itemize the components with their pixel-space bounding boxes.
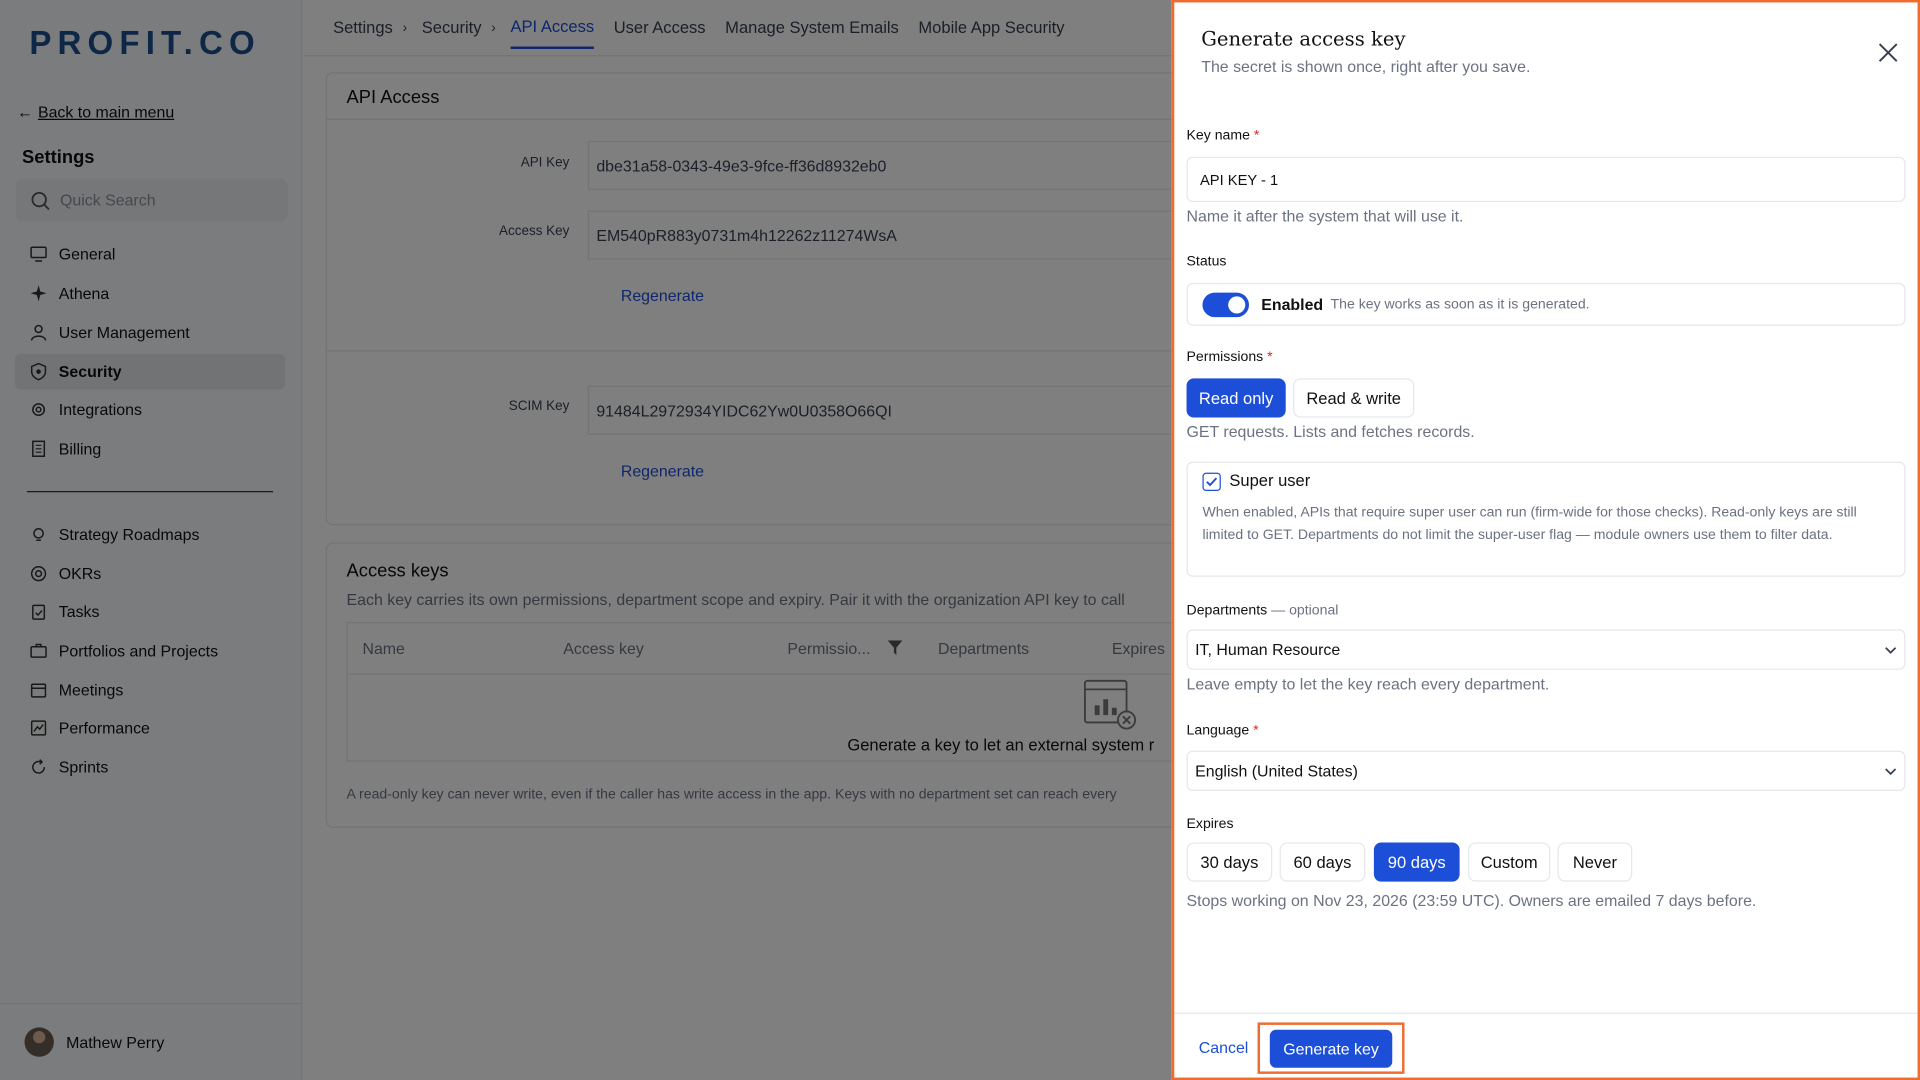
super-user-label: Super user	[1229, 471, 1311, 490]
permissions-read-only-option[interactable]: Read only	[1186, 378, 1286, 418]
language-label: Language *	[1186, 723, 1259, 739]
generate-key-highlight: Generate key	[1257, 1022, 1405, 1074]
departments-value: IT, Human Resource	[1195, 640, 1341, 659]
departments-hint: Leave empty to let the key reach every d…	[1186, 674, 1550, 694]
chevron-down-icon	[1885, 646, 1897, 654]
super-user-checkbox[interactable]	[1202, 472, 1221, 492]
panel-footer: Cancel Generate key	[1174, 1012, 1918, 1080]
status-hint: The key works as soon as it is generated…	[1330, 296, 1590, 312]
panel-subtitle: The secret is shown once, right after yo…	[1201, 57, 1531, 76]
expires-never-option[interactable]: Never	[1557, 842, 1633, 882]
status-toggle[interactable]	[1202, 292, 1249, 317]
departments-select[interactable]: IT, Human Resource	[1186, 629, 1906, 670]
key-name-label: Key name *	[1186, 128, 1260, 144]
cancel-button[interactable]: Cancel	[1199, 1038, 1249, 1056]
expires-hint: Stops working on Nov 23, 2026 (23:59 UTC…	[1186, 891, 1757, 910]
key-name-input[interactable]: API KEY - 1	[1186, 156, 1906, 203]
status-value: Enabled	[1261, 295, 1324, 314]
permissions-hint: GET requests. Lists and fetches records.	[1186, 422, 1475, 441]
expires-60-days-option[interactable]: 60 days	[1279, 842, 1366, 882]
generate-key-button[interactable]: Generate key	[1269, 1029, 1393, 1068]
generate-access-key-panel: Generate access key The secret is shown …	[1171, 0, 1920, 1080]
expires-label: Expires	[1186, 816, 1234, 832]
panel-title: Generate access key	[1201, 26, 1406, 51]
permissions-read-write-option[interactable]: Read & write	[1293, 378, 1415, 418]
expires-custom-option[interactable]: Custom	[1468, 842, 1551, 882]
permissions-label: Permissions *	[1186, 350, 1273, 365]
super-user-box: Super user When enabled, APIs that requi…	[1186, 461, 1906, 577]
expires-30-days-option[interactable]: 30 days	[1186, 842, 1273, 882]
language-select[interactable]: English (United States)	[1186, 750, 1906, 792]
departments-label: Departments — optional	[1186, 603, 1339, 619]
modal-backdrop[interactable]	[0, 0, 1172, 1080]
expires-90-days-option[interactable]: 90 days	[1373, 842, 1460, 882]
key-name-hint: Name it after the system that will use i…	[1186, 206, 1464, 226]
status-field: Enabled The key works as soon as it is g…	[1186, 282, 1906, 326]
chevron-down-icon	[1885, 767, 1897, 775]
super-user-description: When enabled, APIs that require super us…	[1202, 505, 1857, 543]
status-label: Status	[1186, 254, 1227, 270]
close-icon[interactable]	[1877, 42, 1899, 64]
language-value: English (United States)	[1195, 761, 1358, 781]
